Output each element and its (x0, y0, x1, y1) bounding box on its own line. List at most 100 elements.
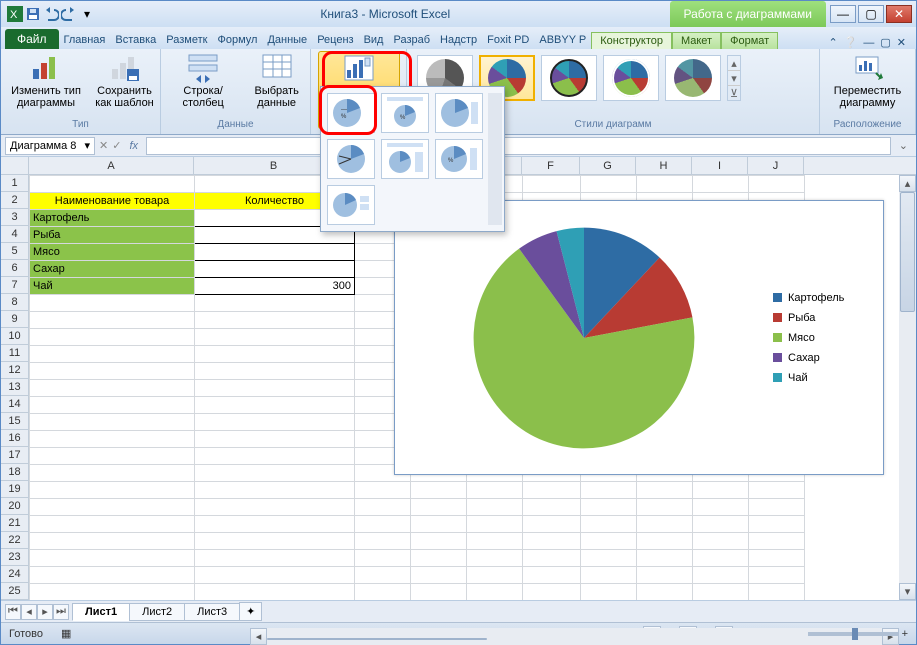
row-header-19[interactable]: 19 (1, 481, 28, 498)
horizontal-scrollbar[interactable]: ◂ ▸ (250, 628, 899, 645)
close-button[interactable]: ✕ (886, 5, 912, 23)
change-chart-type-button[interactable]: Изменить тип диаграммы (7, 51, 85, 109)
cell-C20[interactable] (355, 499, 411, 516)
cell-F23[interactable] (523, 550, 581, 567)
layout-7[interactable] (327, 185, 375, 225)
tab-Вставка[interactable]: Вставка (110, 31, 161, 49)
sheet-tab-Лист3[interactable]: Лист3 (184, 603, 240, 621)
cell-I1[interactable] (693, 176, 749, 193)
zoom-slider[interactable] (808, 632, 898, 636)
col-header-H[interactable]: H (636, 157, 692, 174)
cell-G22[interactable] (581, 533, 637, 550)
enter-icon[interactable]: ✓ (112, 139, 121, 152)
cell-I21[interactable] (693, 516, 749, 533)
cell-E21[interactable] (467, 516, 523, 533)
tab-Главная[interactable]: Главная (59, 31, 111, 49)
row-header-18[interactable]: 18 (1, 464, 28, 481)
move-chart-button[interactable]: Переместить диаграмму (827, 51, 909, 109)
chart-legend[interactable]: КартофельРыбаМясоСахарЧай (773, 201, 883, 474)
cell-A4[interactable]: Рыба (30, 227, 195, 244)
redo-icon[interactable] (61, 6, 77, 22)
cell-A6[interactable]: Сахар (30, 261, 195, 278)
cell-D19[interactable] (411, 482, 467, 499)
save-icon[interactable] (25, 6, 41, 22)
zoom-in-button[interactable]: + (902, 628, 908, 640)
cell-B19[interactable] (195, 482, 355, 499)
row-header-24[interactable]: 24 (1, 566, 28, 583)
chart-style-3[interactable] (541, 55, 597, 101)
tab-Foxit PD[interactable]: Foxit PD (482, 31, 534, 49)
cell-A7[interactable]: Чай (30, 278, 195, 295)
switch-row-column-button[interactable]: Строка/столбец (167, 51, 239, 109)
name-box[interactable]: Диаграмма 8▾ (5, 137, 95, 155)
row-header-22[interactable]: 22 (1, 532, 28, 549)
dropdown-icon[interactable]: ▾ (79, 6, 95, 22)
cell-C22[interactable] (355, 533, 411, 550)
row-header-11[interactable]: 11 (1, 345, 28, 362)
cell-A14[interactable] (30, 397, 195, 414)
col-header-A[interactable]: A (29, 157, 194, 174)
cell-F1[interactable] (523, 176, 581, 193)
layout-6[interactable]: % (435, 139, 483, 179)
cell-J19[interactable] (749, 482, 805, 499)
minimize-button[interactable]: — (830, 5, 856, 23)
layout-2[interactable]: % (381, 93, 429, 133)
cell-I19[interactable] (693, 482, 749, 499)
expand-formula-icon[interactable]: ⌄ (895, 139, 912, 152)
cell-B5[interactable] (195, 244, 355, 261)
row-header-7[interactable]: 7 (1, 277, 28, 294)
row-header-8[interactable]: 8 (1, 294, 28, 311)
cell-A21[interactable] (30, 516, 195, 533)
cell-I25[interactable] (693, 584, 749, 601)
row-header-4[interactable]: 4 (1, 226, 28, 243)
new-sheet-button[interactable]: ✦ (239, 602, 262, 621)
cell-J20[interactable] (749, 499, 805, 516)
cell-B23[interactable] (195, 550, 355, 567)
row-header-25[interactable]: 25 (1, 583, 28, 600)
col-header-F[interactable]: F (522, 157, 580, 174)
cell-F25[interactable] (523, 584, 581, 601)
ribbon-minimize-icon[interactable]: ⌃ (828, 36, 837, 49)
cell-C23[interactable] (355, 550, 411, 567)
cell-A17[interactable] (30, 448, 195, 465)
cell-A13[interactable] (30, 380, 195, 397)
layout-1[interactable]: —% (327, 93, 375, 133)
tab-Конструктор[interactable]: Конструктор (591, 32, 672, 49)
legend-item[interactable]: Мясо (773, 332, 873, 344)
cell-G24[interactable] (581, 567, 637, 584)
cell-C21[interactable] (355, 516, 411, 533)
cell-H20[interactable] (637, 499, 693, 516)
cell-B14[interactable] (195, 397, 355, 414)
cell-A8[interactable] (30, 295, 195, 312)
scroll-up-icon[interactable]: ▴ (728, 56, 740, 71)
tab-Вид[interactable]: Вид (359, 31, 389, 49)
cell-H21[interactable] (637, 516, 693, 533)
legend-item[interactable]: Сахар (773, 352, 873, 364)
cell-G25[interactable] (581, 584, 637, 601)
cell-C24[interactable] (355, 567, 411, 584)
cell-B7[interactable]: 300 (195, 278, 355, 295)
cell-F22[interactable] (523, 533, 581, 550)
restore-button[interactable]: ▢ (858, 5, 884, 23)
cell-J21[interactable] (749, 516, 805, 533)
cell-A1[interactable] (30, 176, 195, 193)
cell-A15[interactable] (30, 414, 195, 431)
scroll-left-button[interactable]: ◂ (250, 628, 267, 645)
chart-object[interactable]: КартофельРыбаМясоСахарЧай (394, 200, 884, 475)
cell-H22[interactable] (637, 533, 693, 550)
cell-H19[interactable] (637, 482, 693, 499)
cell-C25[interactable] (355, 584, 411, 601)
cell-A22[interactable] (30, 533, 195, 550)
cell-E25[interactable] (467, 584, 523, 601)
tab-nav-first[interactable]: ⏮ (5, 604, 21, 620)
cell-I23[interactable] (693, 550, 749, 567)
undo-icon[interactable] (43, 6, 59, 22)
cell-G19[interactable] (581, 482, 637, 499)
layout-5[interactable] (381, 139, 429, 179)
cell-A9[interactable] (30, 312, 195, 329)
cell-A5[interactable]: Мясо (30, 244, 195, 261)
cell-A12[interactable] (30, 363, 195, 380)
row-header-16[interactable]: 16 (1, 430, 28, 447)
cell-J25[interactable] (749, 584, 805, 601)
cell-E20[interactable] (467, 499, 523, 516)
